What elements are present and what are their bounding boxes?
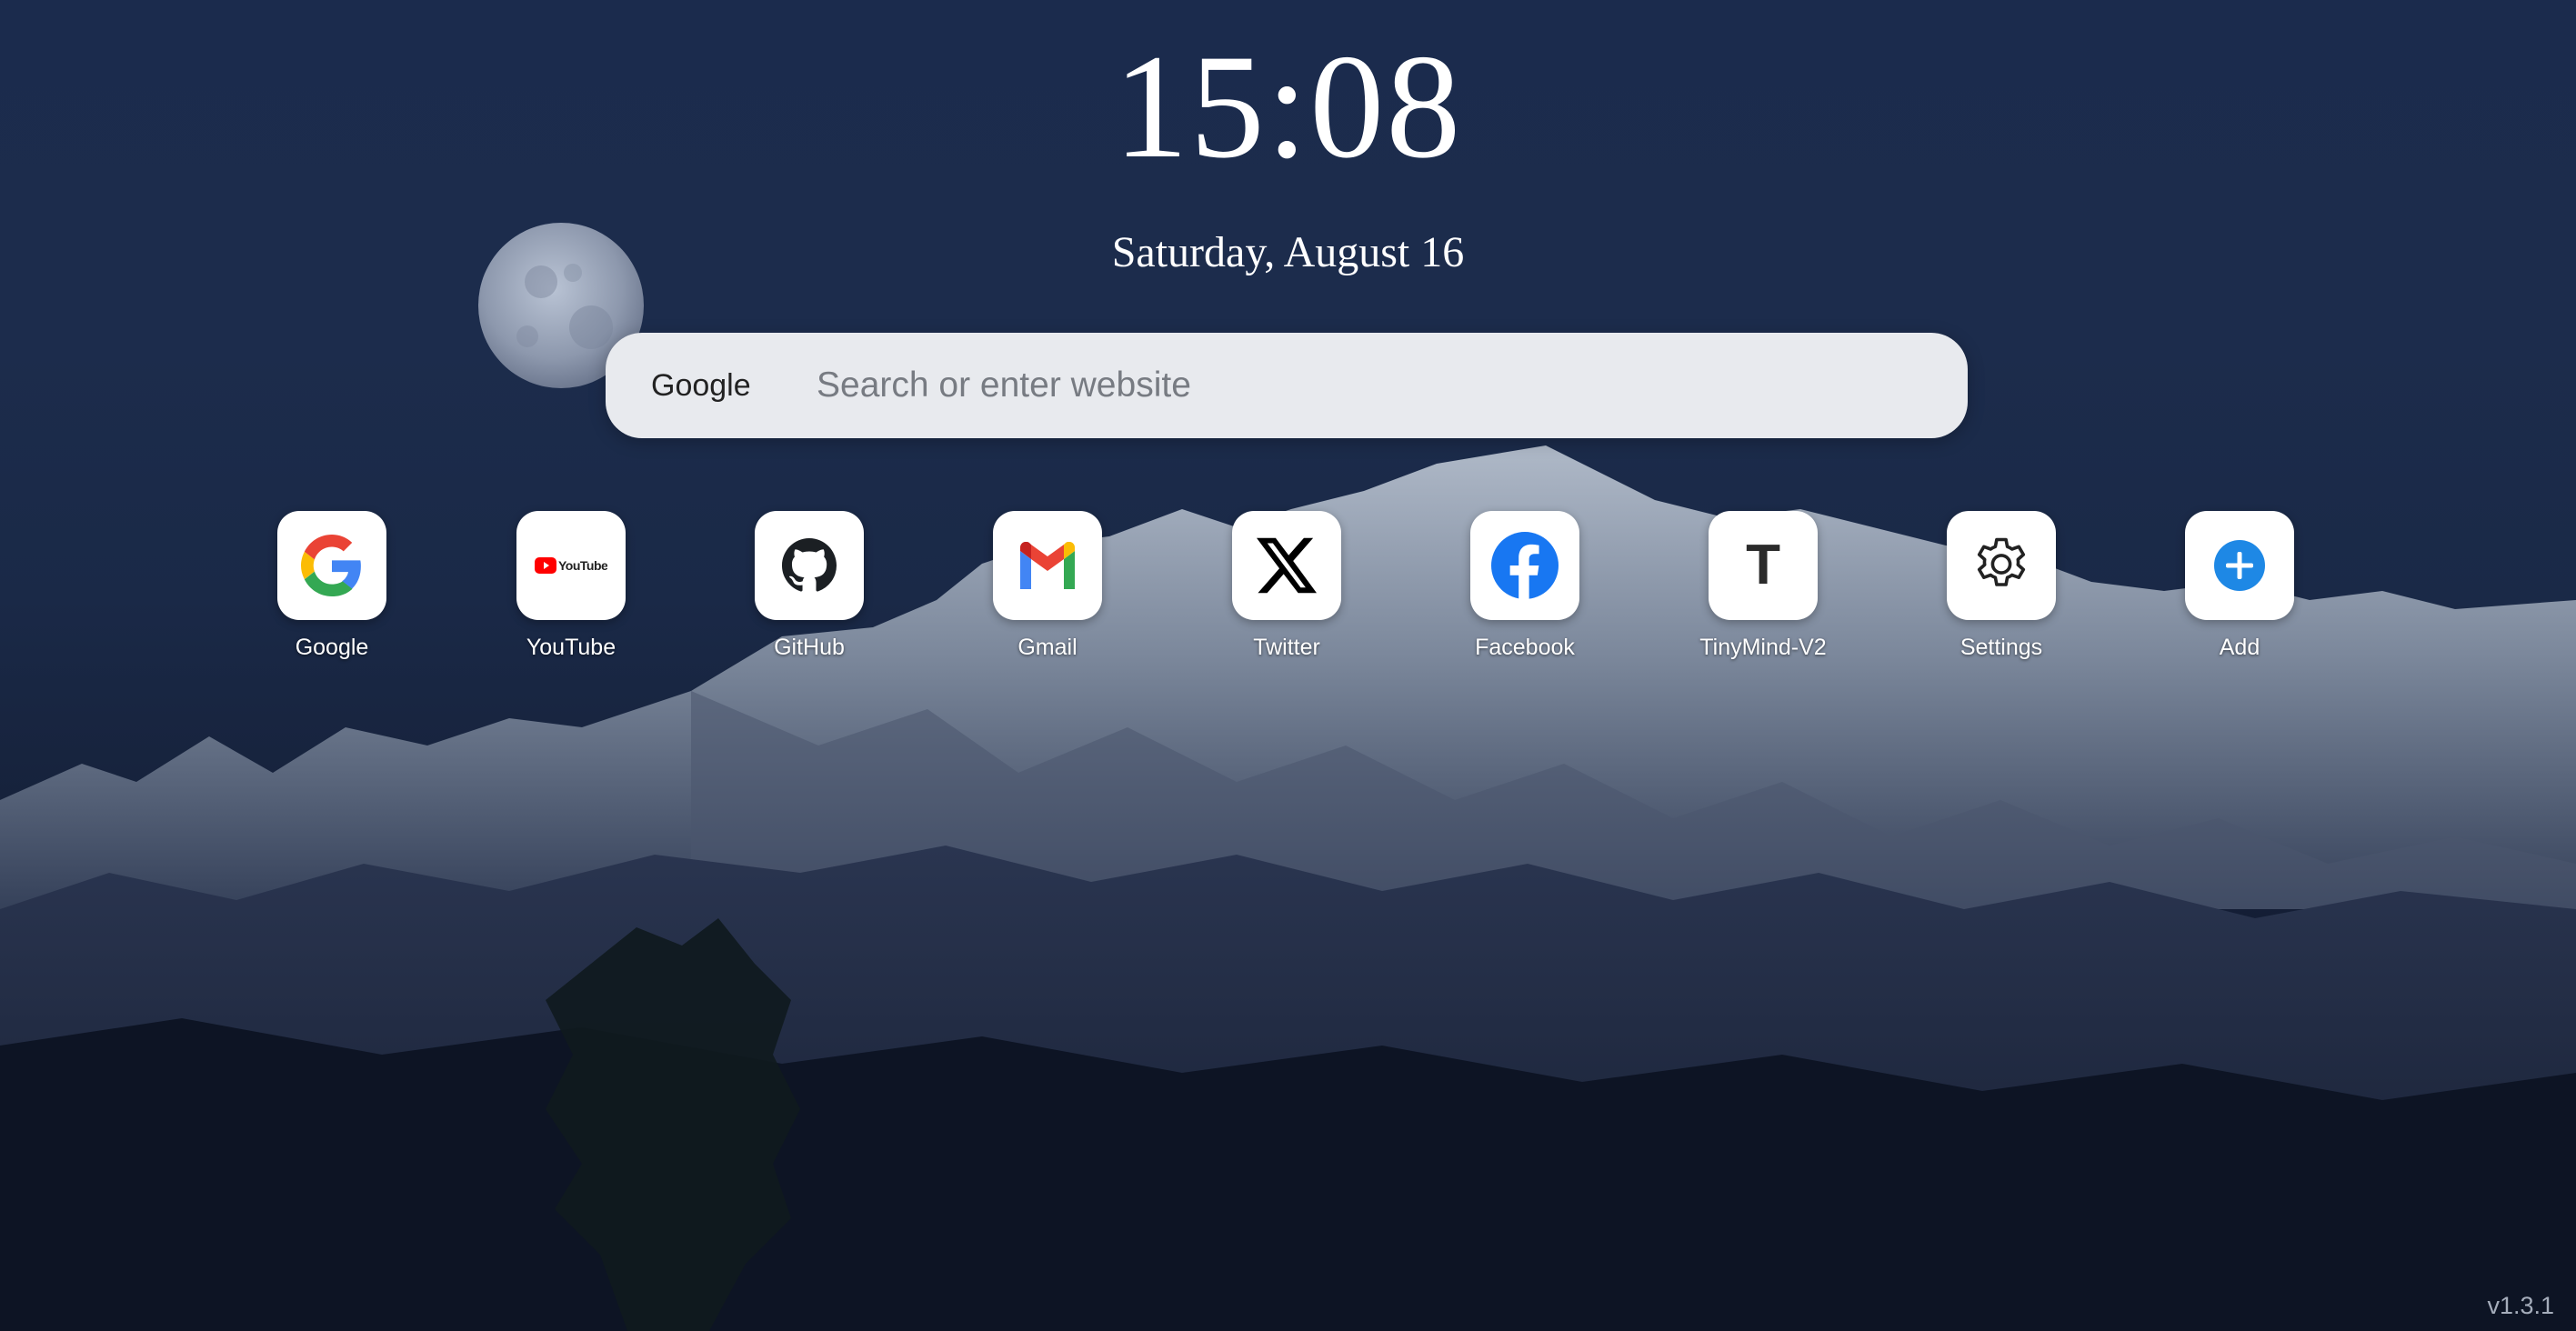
shortcut-settings[interactable]: Settings [1910, 511, 2092, 661]
version-label: v1.3.1 [2487, 1292, 2554, 1319]
shortcut-label: TinyMind-V2 [1699, 635, 1827, 660]
shortcut-tile[interactable]: YouTube [516, 511, 626, 620]
gear-icon [1977, 537, 2026, 586]
shortcut-tile[interactable] [277, 511, 386, 620]
facebook-icon [1491, 532, 1559, 599]
shortcut-tile[interactable]: T [1709, 511, 1818, 620]
date-display: Saturday, August 16 [1111, 228, 1465, 276]
github-icon [782, 538, 837, 592]
shortcut-label: Twitter [1253, 635, 1320, 660]
shortcut-tile[interactable] [1232, 511, 1341, 620]
shortcut-label: Settings [1960, 635, 2043, 660]
clock-time: 15:08 [1113, 25, 1463, 189]
shortcut-label: Google [295, 635, 369, 660]
letter-t-icon: T [1746, 534, 1780, 596]
youtube-wordmark: YouTube [558, 558, 607, 573]
shortcut-tile[interactable] [1947, 511, 2056, 620]
shortcut-youtube[interactable]: YouTube YouTube [480, 511, 662, 661]
shortcut-tile[interactable] [993, 511, 1102, 620]
x-icon [1257, 537, 1317, 594]
shortcut-gmail[interactable]: Gmail [957, 511, 1138, 661]
shortcut-github[interactable]: GitHub [718, 511, 900, 661]
shortcut-label: GitHub [774, 635, 845, 660]
youtube-icon: YouTube [535, 557, 607, 574]
shortcut-tile[interactable] [1470, 511, 1579, 620]
gmail-icon [1020, 542, 1075, 589]
shortcut-add[interactable]: Add [2149, 511, 2330, 661]
shortcut-facebook[interactable]: Facebook [1434, 511, 1616, 661]
shortcut-twitter[interactable]: Twitter [1196, 511, 1378, 661]
shortcut-label: Add [2219, 635, 2260, 660]
search-engine-selector[interactable]: Google [651, 368, 787, 404]
shortcut-tile[interactable] [2185, 511, 2294, 620]
shortcut-label: YouTube [526, 635, 616, 660]
background-landscape [0, 223, 2576, 1331]
shortcut-tinymind[interactable]: T TinyMind-V2 [1672, 511, 1854, 661]
plus-icon [2214, 540, 2265, 591]
shortcut-label: Facebook [1475, 635, 1575, 660]
shortcut-google[interactable]: Google [241, 511, 423, 661]
google-icon [301, 535, 361, 596]
search-input[interactable] [815, 348, 1968, 423]
shortcut-label: Gmail [1017, 635, 1078, 660]
search-bar[interactable]: Google [606, 333, 1968, 438]
shortcut-tile[interactable] [755, 511, 864, 620]
